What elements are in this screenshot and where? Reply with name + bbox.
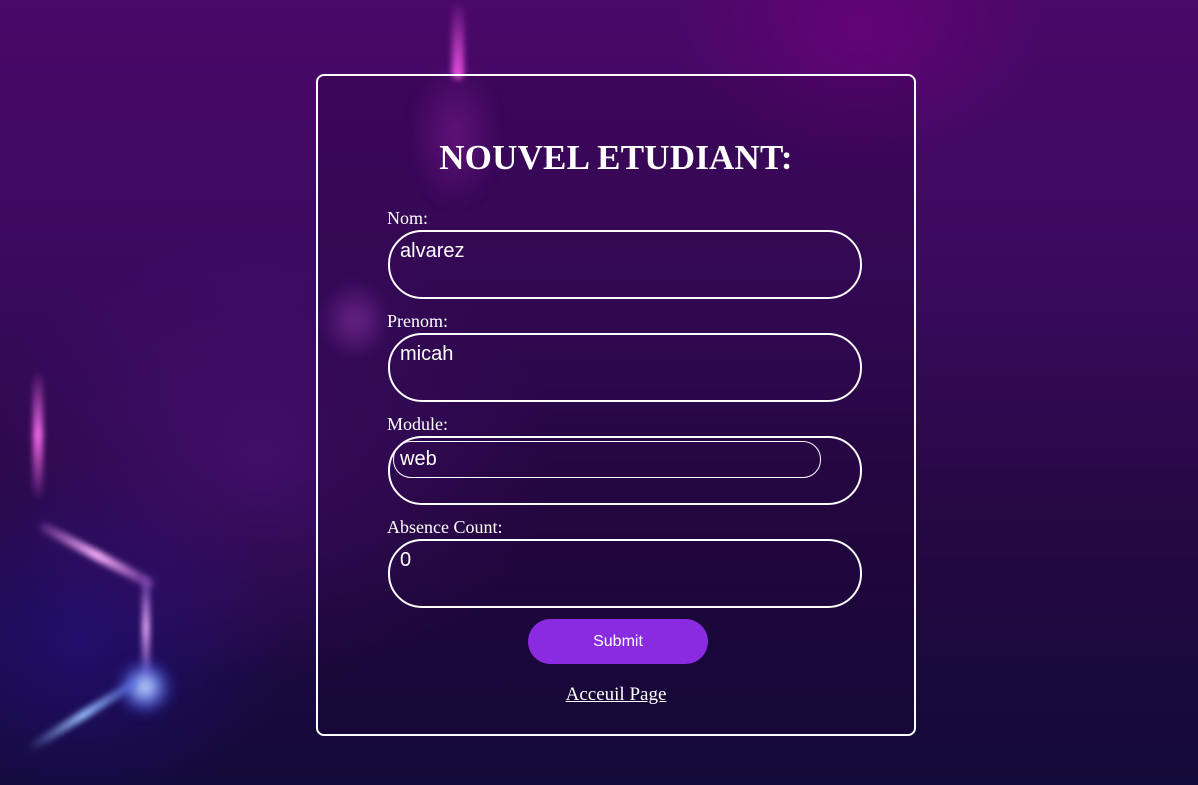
module-field: web	[388, 436, 862, 505]
nom-field	[388, 230, 862, 299]
nom-input[interactable]	[400, 240, 840, 263]
home-page-link[interactable]: Acceuil Page	[318, 684, 914, 706]
absence-count-input[interactable]	[400, 549, 840, 572]
light-streak-left-vertical	[33, 370, 43, 500]
prenom-field	[388, 333, 862, 402]
submit-button[interactable]: Submit	[528, 619, 708, 664]
module-label: Module:	[387, 414, 448, 434]
light-streak-left-lower	[142, 575, 150, 680]
prenom-input[interactable]	[400, 343, 840, 366]
new-student-form: NOUVEL ETUDIANT: Nom: Prenom: Module: we…	[316, 74, 916, 736]
light-spark-blue	[118, 660, 172, 714]
form-title: NOUVEL ETUDIANT:	[439, 138, 793, 177]
light-streak-top	[452, 0, 464, 80]
absence-count-field	[388, 539, 862, 608]
light-streak-left-diagonal	[37, 520, 158, 591]
light-streak-bottom-left	[25, 676, 141, 754]
absence-count-label: Absence Count:	[387, 517, 503, 537]
module-select[interactable]: web	[393, 441, 821, 478]
prenom-label: Prenom:	[387, 311, 448, 331]
module-selected-value: web	[400, 448, 437, 470]
nom-label: Nom:	[387, 208, 429, 228]
